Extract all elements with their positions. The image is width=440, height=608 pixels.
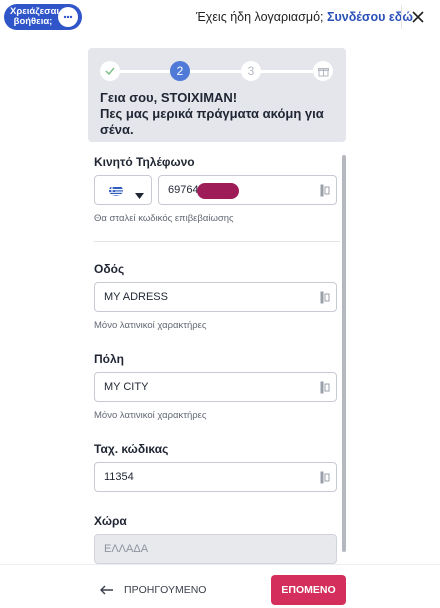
greeting-line-2: Πες μας μερικά πράγματα ακόμη για σένα. bbox=[100, 106, 324, 137]
street-value: MY ADRESS bbox=[104, 291, 168, 303]
street-label: Οδός bbox=[94, 262, 125, 276]
greeting-text: Γεια σου, STOIXIMAN! Πες μας μερικά πράγ… bbox=[100, 90, 340, 138]
redaction-mark bbox=[197, 183, 239, 199]
chevron-down-icon bbox=[135, 187, 144, 205]
street-hint: Μόνο λατινικοί χαρακτήρες bbox=[94, 320, 207, 331]
greeting-line-1: Γεια σου, STOIXIMAN! bbox=[100, 90, 238, 105]
step-connector bbox=[260, 70, 320, 73]
city-input[interactable]: MY CITY bbox=[94, 372, 337, 402]
greece-flag-icon bbox=[109, 185, 123, 196]
previous-button[interactable]: ΠΡΟΗΓΟΥΜΕΝΟ bbox=[100, 584, 206, 596]
autofill-icon bbox=[320, 381, 330, 394]
step-4 bbox=[313, 61, 333, 81]
top-bar: Χρειάζεσαι βοήθεια; Έχεις ήδη λογαριασμό… bbox=[0, 0, 440, 34]
gift-icon bbox=[317, 67, 329, 76]
phone-input[interactable]: 69764 bbox=[158, 175, 337, 205]
phone-hint: Θα σταλεί κωδικός επιβεβαίωσης bbox=[94, 213, 234, 224]
phone-value: 69764 bbox=[168, 184, 199, 196]
step-3: 3 bbox=[241, 61, 261, 81]
city-hint: Μόνο λατινικοί χαρακτήρες bbox=[94, 410, 207, 421]
country-label: Χώρα bbox=[94, 514, 127, 528]
bottom-bar: ΠΡΟΗΓΟΥΜΕΝΟ ΕΠΟΜΕΝΟ bbox=[0, 564, 440, 608]
next-button[interactable]: ΕΠΟΜΕΝΟ bbox=[271, 575, 346, 605]
close-icon[interactable] bbox=[401, 5, 434, 29]
divider bbox=[94, 241, 340, 242]
step-2-active: 2 bbox=[170, 61, 190, 81]
autofill-icon bbox=[320, 184, 330, 197]
help-label: Χρειάζεσαι βοήθεια; bbox=[10, 6, 60, 27]
postal-label: Ταχ. κώδικας bbox=[94, 442, 169, 456]
postal-code-input[interactable]: 11354 bbox=[94, 462, 337, 492]
postal-value: 11354 bbox=[104, 471, 134, 483]
previous-label: ΠΡΟΗΓΟΥΜΕΝΟ bbox=[124, 584, 207, 596]
have-account-text: Έχεις ήδη λογαριασμό; Συνδέσου εδώ bbox=[196, 10, 413, 24]
chat-bubble-icon bbox=[58, 7, 78, 27]
street-input[interactable]: MY ADRESS bbox=[94, 282, 337, 312]
city-label: Πόλη bbox=[94, 352, 124, 366]
phone-label: Κινητό Τηλέφωνο bbox=[94, 155, 195, 169]
country-code-select[interactable] bbox=[94, 175, 152, 205]
help-button[interactable]: Χρειάζεσαι βοήθεια; bbox=[4, 4, 82, 30]
form-scrollbar[interactable] bbox=[342, 155, 346, 552]
arrow-left-icon bbox=[100, 585, 113, 595]
city-value: MY CITY bbox=[104, 381, 149, 393]
autofill-icon bbox=[320, 291, 330, 304]
country-field: ΕΛΛΑΔΑ bbox=[94, 534, 337, 564]
have-account-label: Έχεις ήδη λογαριασμό; bbox=[196, 10, 324, 24]
country-value: ΕΛΛΑΔΑ bbox=[104, 543, 149, 555]
check-icon bbox=[105, 67, 115, 75]
step-1-completed bbox=[100, 61, 120, 81]
autofill-icon bbox=[320, 471, 330, 484]
registration-stepper: 2 3 Γεια σου, STOIXIMAN! Πες μας μερικά … bbox=[88, 48, 346, 142]
